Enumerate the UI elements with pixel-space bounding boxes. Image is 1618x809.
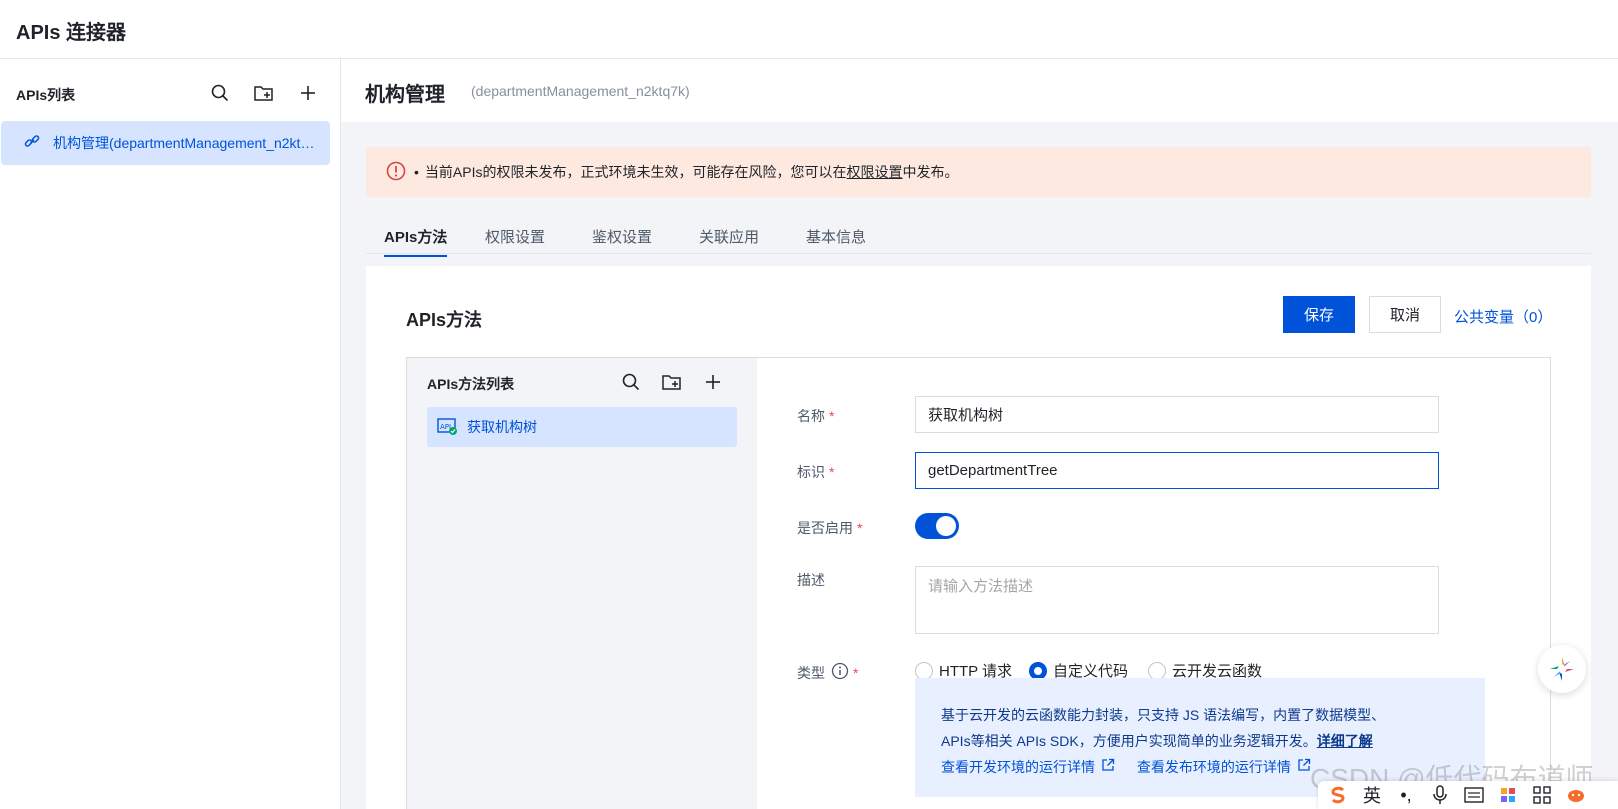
name-label: 名称 * (797, 408, 835, 424)
sogou-logo-icon[interactable] (1328, 785, 1348, 805)
alert-bullet: • (414, 164, 419, 180)
sidebar-item-department-management[interactable]: 机构管理(departmentManagement_n2ktq7k) (1, 121, 330, 165)
add-icon[interactable] (701, 370, 725, 394)
description-label: 描述 (797, 572, 825, 588)
public-variables-link[interactable]: 公共变量（0） (1454, 306, 1552, 327)
permission-warning-alert: • 当前APIs的权限未发布，正式环境未生效，可能存在风险，您可以在 权限设置 … (366, 147, 1591, 197)
save-button[interactable]: 保存 (1283, 296, 1355, 333)
microphone-icon[interactable] (1430, 785, 1450, 805)
dev-env-details-link[interactable]: 查看开发环境的运行详情 (941, 754, 1115, 780)
page-identifier: (departmentManagement_n2ktq7k) (471, 83, 690, 99)
method-list-title: APIs方法列表 (427, 376, 515, 392)
main-header: 机构管理 (departmentManagement_n2ktq7k) (341, 59, 1618, 122)
methods-panel: APIs方法 保存 取消 公共变量（0） APIs方法列表 API 获取机构树 (366, 266, 1591, 809)
mascot-icon[interactable] (1566, 785, 1586, 805)
link-icon (23, 133, 41, 154)
tab-apis-methods[interactable]: APIs方法 (384, 226, 448, 257)
tab-related-apps[interactable]: 关联应用 (699, 226, 759, 255)
identifier-field[interactable] (915, 452, 1439, 489)
sidebar: APIs列表 机构管理(departmentManagement_n2ktq7k… (0, 59, 341, 809)
identifier-label: 标识 * (797, 464, 835, 480)
warning-icon (386, 161, 406, 184)
type-label: 类型 * (797, 662, 858, 683)
tab-permission-settings[interactable]: 权限设置 (485, 226, 545, 255)
tab-bar: APIs方法 权限设置 鉴权设置 关联应用 基本信息 (366, 220, 1591, 257)
ime-language-toggle[interactable]: 英 (1362, 785, 1382, 806)
add-folder-icon[interactable] (660, 370, 684, 394)
search-icon[interactable] (208, 81, 232, 105)
prod-env-details-link[interactable]: 查看发布环境的运行详情 (1137, 754, 1311, 780)
top-bar: APIs 连接器 (0, 0, 1618, 59)
tab-basic-info[interactable]: 基本信息 (806, 226, 866, 255)
app-title: APIs 连接器 (16, 22, 127, 44)
ime-toolbar: 英 •, (1318, 781, 1618, 809)
keyboard-icon[interactable] (1464, 785, 1484, 805)
enabled-toggle[interactable] (915, 513, 959, 539)
alert-text-suffix: 中发布。 (902, 164, 959, 180)
info-icon[interactable] (831, 662, 849, 683)
add-icon[interactable] (296, 81, 320, 105)
search-icon[interactable] (619, 370, 643, 394)
info-line-2: APIs等相关 APIs SDK，方便用户实现简单的业务逻辑开发。详细了解 (941, 733, 1373, 749)
page-title: 机构管理 (365, 84, 445, 106)
add-folder-icon[interactable] (252, 81, 276, 105)
panel-title: APIs方法 (406, 310, 483, 330)
alert-permission-link[interactable]: 权限设置 (846, 162, 902, 182)
cancel-button[interactable]: 取消 (1369, 296, 1441, 333)
alert-text: 当前APIs的权限未发布，正式环境未生效，可能存在风险，您可以在 (424, 164, 847, 180)
method-editor: APIs方法列表 API 获取机构树 名称* 标识* 是否启用* 描述 (406, 357, 1551, 809)
tab-auth-settings[interactable]: 鉴权设置 (592, 226, 652, 255)
sidebar-title: APIs列表 (16, 87, 76, 103)
toolbox-grid-icon[interactable] (1532, 785, 1552, 805)
learn-more-link[interactable]: 详细了解 (1317, 733, 1373, 749)
external-link-icon (1101, 754, 1115, 780)
ime-punctuation-toggle[interactable]: •, (1396, 785, 1416, 805)
method-item-get-department-tree[interactable]: API 获取机构树 (427, 407, 737, 447)
method-item-label: 获取机构树 (467, 419, 537, 435)
enabled-label: 是否启用 * (797, 520, 863, 536)
skin-icon[interactable] (1498, 785, 1518, 805)
external-link-icon (1297, 754, 1311, 780)
sidebar-item-label: 机构管理(departmentManagement_n2ktq7k) (53, 135, 319, 151)
name-field[interactable] (915, 396, 1439, 433)
method-list: APIs方法列表 API 获取机构树 (407, 358, 757, 809)
description-field[interactable] (915, 566, 1439, 634)
api-method-icon: API (437, 417, 457, 438)
info-line-1: 基于云开发的云函数能力封装，只支持 JS 语法编写，内置了数据模型、 (941, 707, 1386, 723)
ai-assistant-icon[interactable] (1538, 645, 1586, 693)
